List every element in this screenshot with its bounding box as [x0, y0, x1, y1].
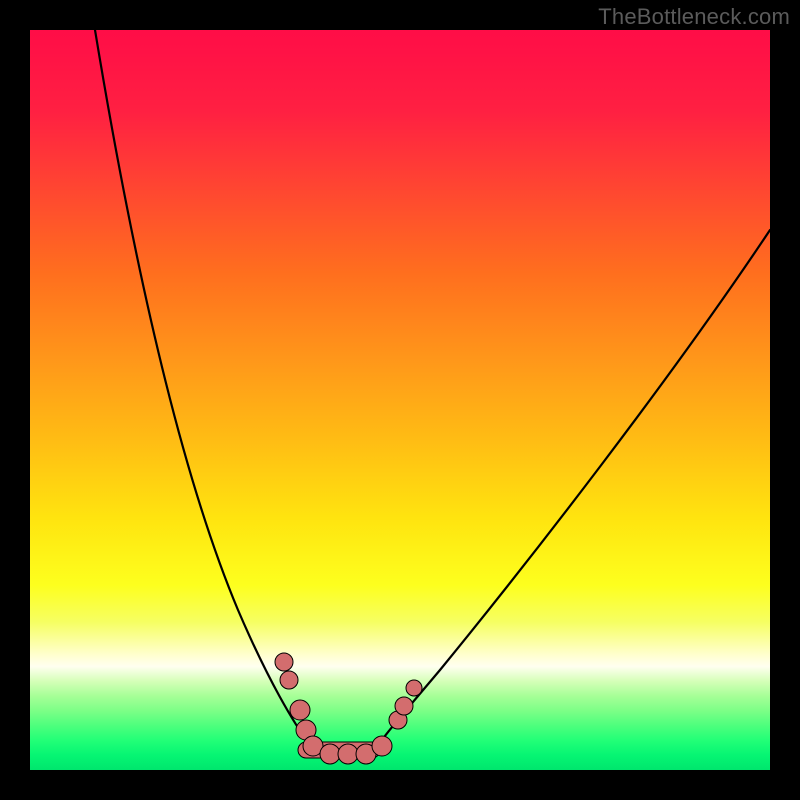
- trough-marker-dot: [372, 736, 392, 756]
- trough-marker-group: [275, 653, 422, 764]
- watermark-text: TheBottleneck.com: [598, 4, 790, 30]
- bottleneck-curve-left: [95, 30, 312, 748]
- bottleneck-curve-right: [376, 230, 770, 748]
- chart-stage: TheBottleneck.com: [0, 0, 800, 800]
- trough-marker-dot: [320, 744, 340, 764]
- trough-marker-dot: [290, 700, 310, 720]
- trough-marker-dot: [280, 671, 298, 689]
- trough-marker-dot: [338, 744, 358, 764]
- trough-marker-dot: [395, 697, 413, 715]
- trough-marker-dot: [275, 653, 293, 671]
- plot-area: [30, 30, 770, 770]
- trough-marker-dot: [406, 680, 422, 696]
- curve-layer: [30, 30, 770, 770]
